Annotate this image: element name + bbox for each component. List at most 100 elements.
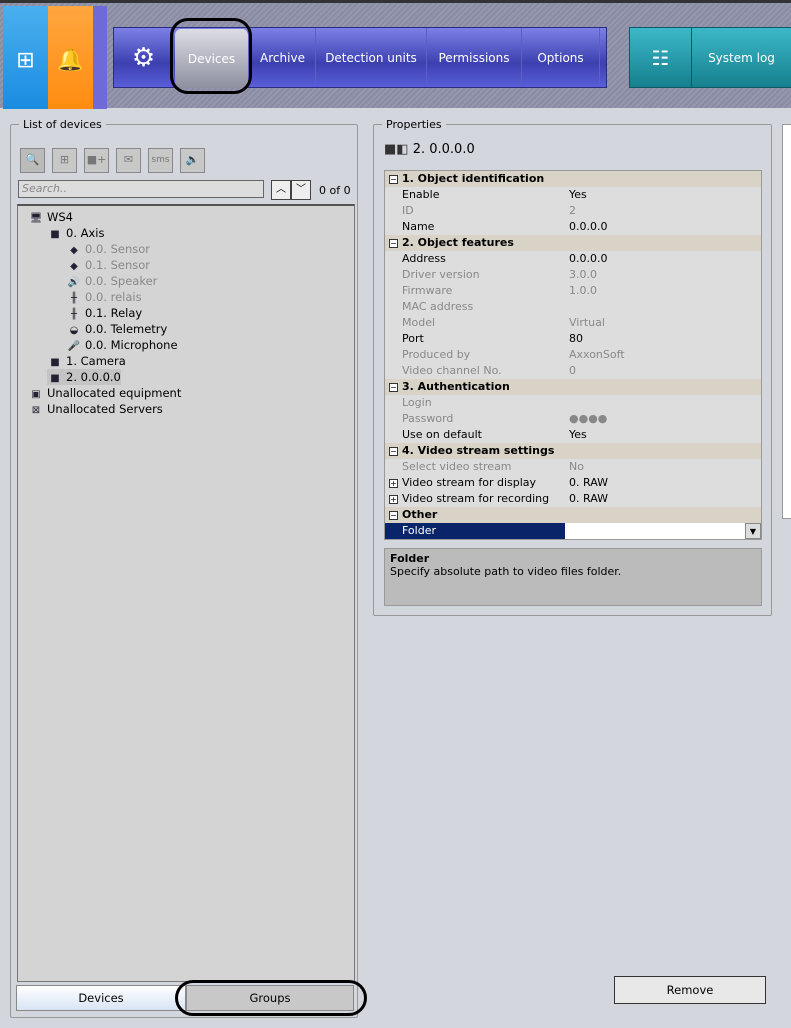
tab-detection-units[interactable]: Detection units [316, 28, 427, 87]
property-value[interactable]: 2 [565, 203, 761, 219]
property-row[interactable]: Driver version 3.0.0 [385, 267, 761, 283]
tree-node[interactable]: ◆ 0.1. Sensor [66, 257, 150, 273]
tree-node[interactable]: ▣ Unallocated equipment [28, 385, 181, 401]
property-row[interactable]: Model Virtual [385, 315, 761, 331]
property-row[interactable]: Use on default Yes [385, 427, 761, 443]
tab-options[interactable]: Options [522, 28, 600, 87]
add-audio-button[interactable]: 🔈 [180, 148, 205, 173]
category-label: 3. Authentication [402, 380, 510, 393]
tree-node-label: 2. 0.0.0.0 [66, 370, 121, 384]
tree-node[interactable]: ◆ 0.0. Sensor [66, 241, 150, 257]
tree-node[interactable]: ◒ 0.0. Telemetry [66, 321, 168, 337]
property-category[interactable]: −3. Authentication [385, 379, 761, 395]
tab-system-log[interactable]: System log [692, 28, 791, 87]
property-row[interactable]: Name 0.0.0.0 [385, 219, 761, 235]
property-category[interactable]: − Other [385, 507, 761, 523]
tree-node-label: 0.0. relais [85, 290, 142, 304]
property-value[interactable]: 0. RAW [565, 475, 761, 491]
property-value[interactable]: ●●●● [565, 411, 761, 427]
collapse-icon[interactable]: − [389, 447, 398, 456]
tree-node[interactable]: ╫ 0.1. Relay [66, 305, 142, 321]
search-next-button[interactable]: ﹀ [291, 180, 311, 200]
tree-node[interactable]: 🎤 0.0. Microphone [66, 337, 178, 353]
property-label: Firmware [402, 284, 453, 297]
add-sms-button[interactable]: sms [148, 148, 173, 173]
tree-node[interactable]: ■ 2. 0.0.0.0 [47, 369, 121, 385]
property-row[interactable]: Firmware 1.0.0 [385, 283, 761, 299]
search-input[interactable]: Search.. [18, 180, 264, 198]
property-value[interactable]: Yes [565, 187, 761, 203]
tab-devices[interactable]: Devices [175, 29, 249, 88]
property-value[interactable]: 0. RAW [565, 491, 761, 507]
property-row[interactable]: Password ●●●● [385, 411, 761, 427]
property-row[interactable]: Port 80 [385, 331, 761, 347]
property-value[interactable]: AxxonSoft [565, 347, 761, 363]
property-row[interactable]: + Video stream for recording 0. RAW [385, 491, 761, 507]
property-label: Folder [385, 523, 565, 539]
remove-button[interactable]: Remove [614, 976, 766, 1004]
property-value[interactable]: No [565, 459, 761, 475]
property-row[interactable]: Produced by AxxonSoft [385, 347, 761, 363]
tab-permissions[interactable]: Permissions [427, 28, 522, 87]
property-label: + Video stream for display [389, 476, 537, 489]
expand-icon[interactable]: + [389, 479, 398, 488]
add-email-button[interactable]: ✉ [116, 148, 141, 173]
property-category[interactable]: −2. Object features [385, 235, 761, 251]
device-tree[interactable]: 🖥 WS4 ■ 0. Axis ◆ 0.0. Sensor ◆ 0.1. Sensor 🔊 0.0… [17, 204, 355, 982]
windows-tile[interactable]: ⊞ [3, 6, 48, 109]
property-value[interactable] [565, 395, 761, 411]
expand-icon[interactable]: + [389, 495, 398, 504]
tree-node[interactable]: ■ 1. Camera [47, 353, 126, 369]
tree-node-label: 0.1. Sensor [85, 258, 151, 272]
system-menu: ☷ System log [629, 27, 791, 88]
property-category[interactable]: −1. Object identification [385, 171, 761, 187]
property-value[interactable]: 3.0.0 [565, 267, 761, 283]
property-row[interactable]: MAC address [385, 299, 761, 315]
property-value[interactable]: 1.0.0 [565, 283, 761, 299]
add-camera-button[interactable]: ■+ [84, 148, 109, 173]
alarm-tile[interactable]: 🔔 [48, 6, 93, 109]
purple-tile[interactable] [93, 6, 107, 109]
tab-devices-list[interactable]: Devices [16, 985, 186, 1011]
property-value[interactable]: 0.0.0.0 [565, 251, 761, 267]
property-row[interactable]: Login [385, 395, 761, 411]
tree-node[interactable]: ■ 0. Axis [47, 225, 104, 241]
property-value[interactable]: Yes [565, 427, 761, 443]
property-row[interactable]: ID 2 [385, 203, 761, 219]
property-row[interactable]: Folder ▼ [385, 523, 761, 539]
property-row[interactable]: Select video stream No [385, 459, 761, 475]
property-value[interactable]: 0.0.0.0 [565, 219, 761, 235]
property-label: Select video stream [402, 460, 512, 473]
tree-node[interactable]: ╫ 0.0. relais [66, 289, 142, 305]
collapse-icon[interactable]: − [389, 239, 398, 248]
property-row[interactable]: Enable Yes [385, 187, 761, 203]
property-value[interactable] [565, 299, 761, 315]
add-computer-button[interactable]: ⊞ [52, 148, 77, 173]
bell-icon: 🔔 [56, 48, 85, 73]
property-label: + Video stream for recording [389, 492, 550, 505]
tree-node-label: 1. Camera [66, 354, 126, 368]
property-value[interactable]: 80 [565, 331, 761, 347]
collapse-icon[interactable]: − [389, 383, 398, 392]
gears-icon: ⚙ [114, 28, 174, 87]
search-count: 0 of 0 [319, 184, 351, 197]
collapse-icon[interactable]: − [389, 175, 398, 184]
property-row[interactable]: Address 0.0.0.0 [385, 251, 761, 267]
tab-groups[interactable]: Groups [186, 985, 354, 1011]
tab-archive[interactable]: Archive [250, 28, 316, 87]
property-category[interactable]: −4. Video stream settings [385, 443, 761, 459]
top-bar: ⊞ 🔔 ⚙ Devices Archive Detection units Pe… [0, 0, 791, 109]
collapse-icon[interactable]: − [389, 511, 398, 520]
property-value[interactable] [565, 523, 745, 539]
property-value[interactable]: Virtual [565, 315, 761, 331]
property-value[interactable]: 0 [565, 363, 761, 379]
category-label: Other [402, 508, 438, 521]
search-prev-button[interactable]: ︿ [271, 180, 291, 200]
property-row[interactable]: Video channel No. 0 [385, 363, 761, 379]
dropdown-icon[interactable]: ▼ [745, 523, 761, 539]
find-camera-button[interactable]: 🔍 [20, 148, 45, 173]
property-row[interactable]: + Video stream for display 0. RAW [385, 475, 761, 491]
tree-node[interactable]: ⊠ Unallocated Servers [28, 401, 163, 417]
tree-node[interactable]: 🔊 0.0. Speaker [66, 273, 158, 289]
tree-node[interactable]: 🖥 WS4 [28, 209, 73, 225]
